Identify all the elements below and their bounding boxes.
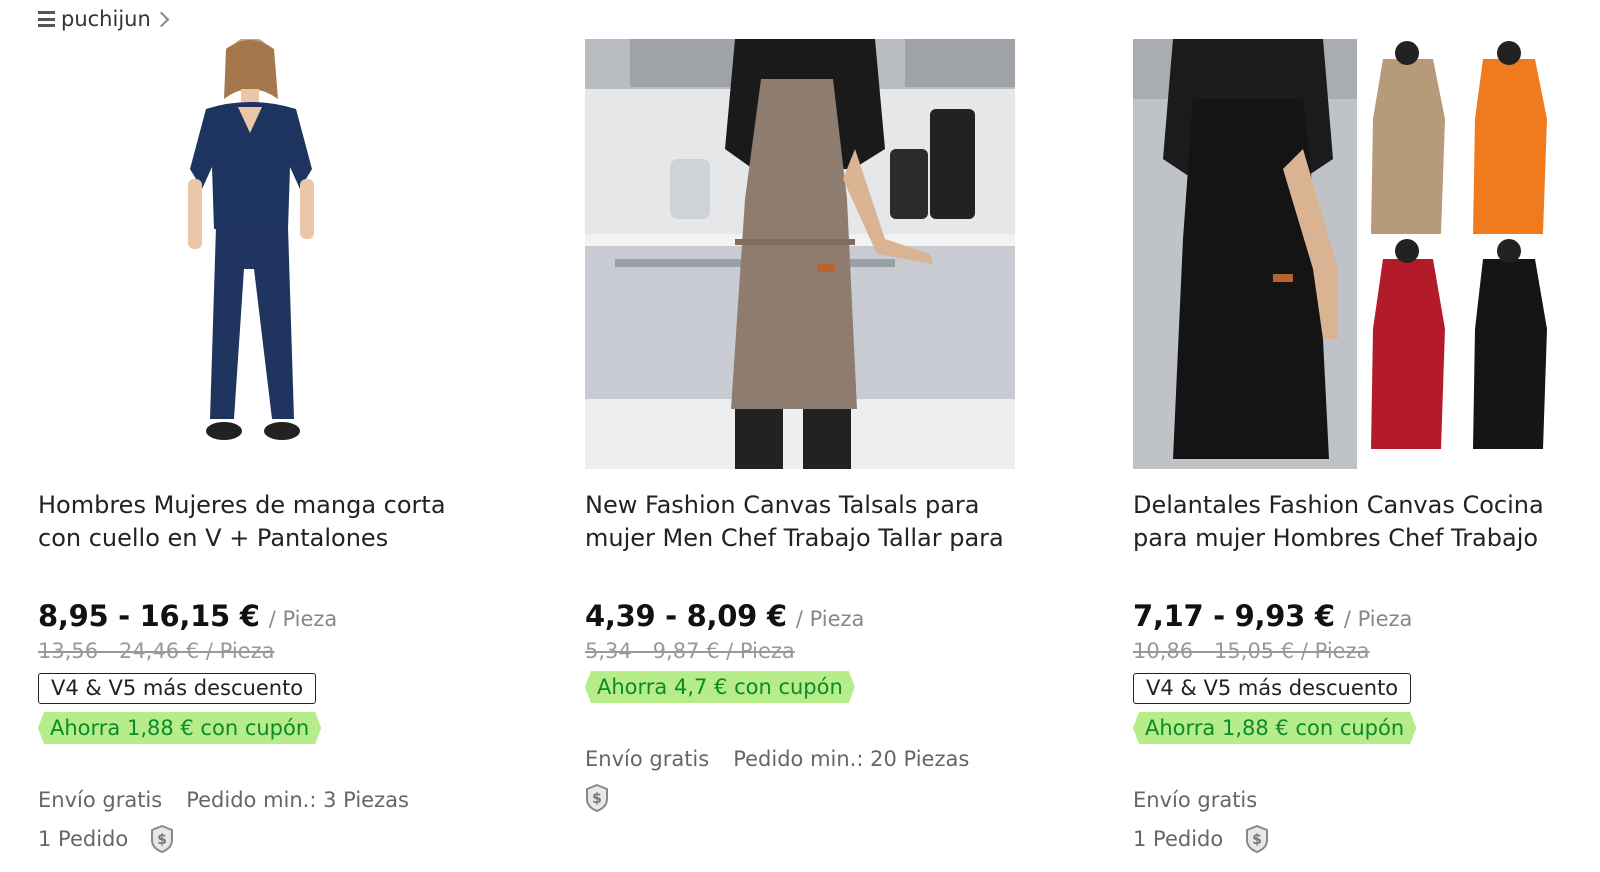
min-order-label: Pedido min.: 3 Piezas [186,788,409,812]
product-card[interactable]: New Fashion Canvas Talsals para mujer Me… [585,39,1015,812]
coupon-badge[interactable]: Ahorra 1,88 € con cupón [1133,712,1416,744]
price-row: 8,95 - 16,15 € / Pieza [38,599,337,633]
shipping-info: Envío gratis Pedido min.: 20 Piezas [585,747,969,771]
price-row: 7,17 - 9,93 € / Pieza [1133,599,1412,633]
price-unit: / Pieza [795,607,865,631]
dollar-shield-icon: $ [586,784,608,812]
vip-discount-badge: V4 & V5 más descuento [1133,673,1412,704]
product-image[interactable] [1133,39,1563,469]
dollar-shield-icon: $ [151,825,174,853]
price-unit: / Pieza [1343,607,1413,631]
orders-row: 1 Pedido $ [38,825,174,853]
store-link[interactable]: puchijun [38,6,170,32]
orders-row: 1 Pedido $ [1133,825,1269,853]
coupon-badge[interactable]: Ahorra 4,7 € con cupón [585,671,855,703]
coupon-badge[interactable]: Ahorra 1,88 € con cupón [38,712,321,744]
dollar-shield-icon: $ [1246,825,1269,853]
vip-discount-badge: V4 & V5 más descuento [38,673,317,704]
product-image[interactable] [585,39,1015,469]
price: 7,17 - 9,93 € [1133,599,1335,633]
product-image[interactable] [38,39,468,469]
product-title[interactable]: Hombres Mujeres de manga corta con cuell… [38,489,478,555]
original-price: 10,86 - 15,05 € / Pieza [1133,639,1370,663]
shipping-label: Envío gratis [38,788,163,812]
shipping-info: Envío gratis [1133,788,1257,812]
product-card[interactable]: Delantales Fashion Canvas Cocina para mu… [1133,39,1563,853]
product-card[interactable]: Hombres Mujeres de manga corta con cuell… [38,39,468,853]
svg-text:$: $ [1252,832,1262,848]
svg-text:$: $ [592,791,602,807]
price-unit: / Pieza [268,607,338,631]
shipping-label: Envío gratis [1133,788,1258,812]
menu-icon [38,11,55,27]
product-title[interactable]: New Fashion Canvas Talsals para mujer Me… [585,489,1025,555]
svg-text:$: $ [157,832,167,848]
price: 4,39 - 8,09 € [585,599,787,633]
orders-row: $ [585,784,609,812]
original-price: 13,56 - 24,46 € / Pieza [38,639,275,663]
price-row: 4,39 - 8,09 € / Pieza [585,599,864,633]
shipping-label: Envío gratis [585,747,710,771]
orders-count: 1 Pedido [1133,827,1224,851]
min-order-label: Pedido min.: 20 Piezas [733,747,970,771]
shipping-info: Envío gratis Pedido min.: 3 Piezas [38,788,409,812]
price: 8,95 - 16,15 € [38,599,260,633]
store-name: puchijun [61,7,151,31]
chevron-right-icon [153,11,170,28]
product-title[interactable]: Delantales Fashion Canvas Cocina para mu… [1133,489,1573,555]
original-price: 5,34 - 9,87 € / Pieza [585,639,795,663]
orders-count: 1 Pedido [38,827,129,851]
